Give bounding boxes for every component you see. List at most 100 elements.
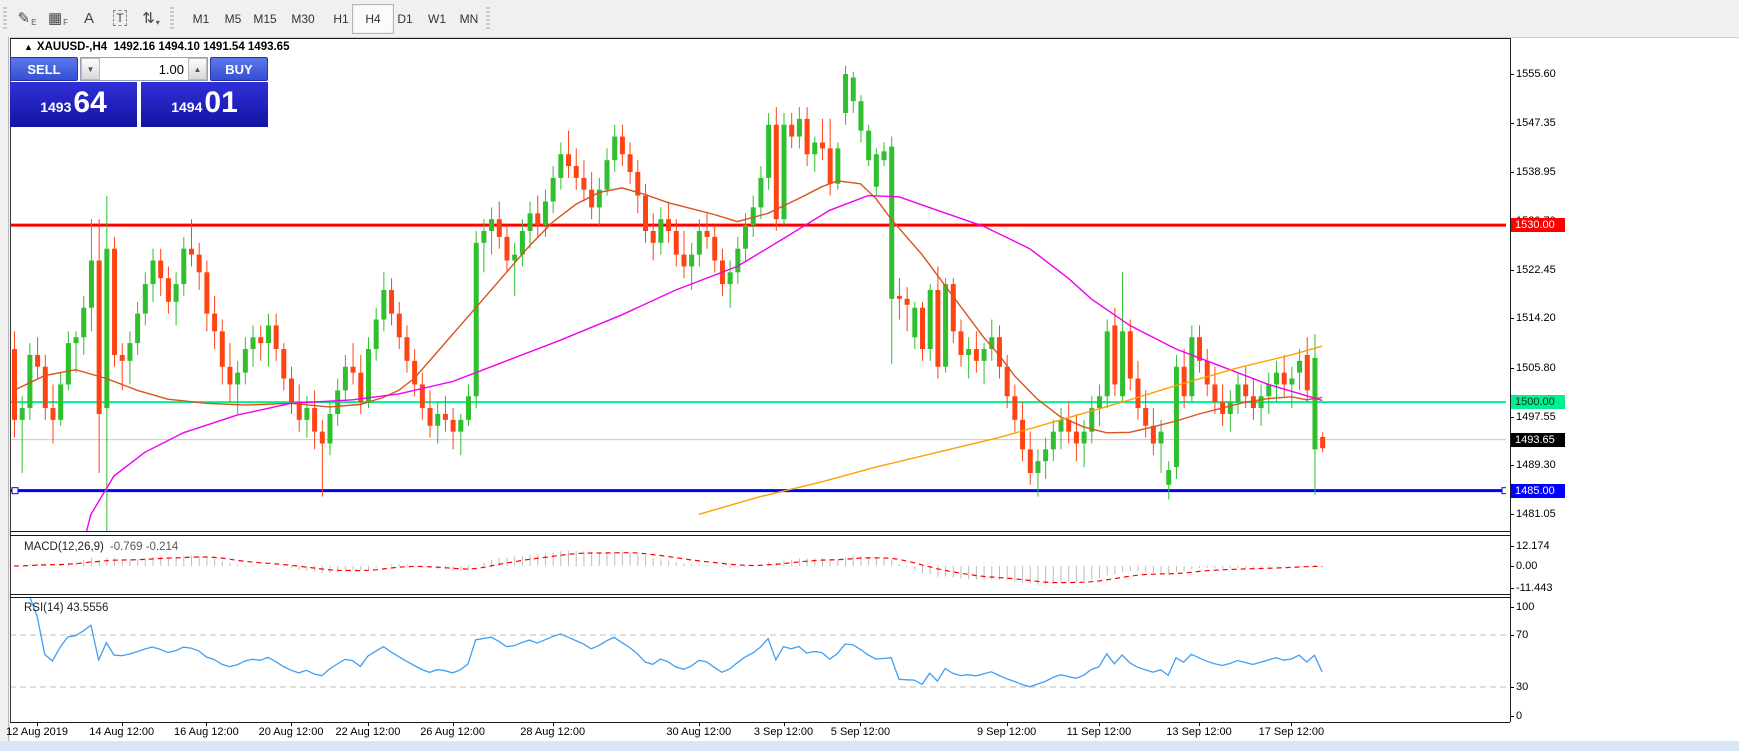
macd-pane (14, 551, 1323, 585)
text-box-icon[interactable]: T (105, 4, 135, 32)
toolbar-drag-handle[interactable] (170, 5, 174, 31)
time-axis-label: 28 Aug 12:00 (520, 726, 585, 738)
text-label-icon[interactable]: A (74, 4, 104, 32)
time-axis-label: 22 Aug 12:00 (336, 726, 401, 738)
price-tag-1485.00: 1485.00 (1511, 484, 1565, 498)
price-axis-label: 1481.05 (1516, 508, 1556, 520)
macd-axis-label: 12.174 (1516, 540, 1550, 552)
price-axis-tick (1510, 123, 1514, 124)
price-axis-label: 1497.55 (1516, 411, 1556, 423)
volume-input[interactable] (100, 58, 188, 80)
pane-splitter-macd-rsi[interactable] (10, 597, 1510, 598)
one-click-trading-panel: SELL ▼ ▲ BUY 1493 64 1494 01 (10, 57, 268, 127)
timeframe-button-m15[interactable]: M15 (244, 4, 286, 34)
rsi-pane (10, 596, 1506, 687)
ask-price-box[interactable]: 1494 01 (141, 82, 268, 127)
price-axis-label: 1514.20 (1516, 312, 1556, 324)
status-strip (0, 741, 1739, 751)
rsi-axis-tick (1510, 716, 1514, 717)
volume-stepper: ▼ ▲ (80, 57, 208, 81)
pane-splitter-main-macd[interactable] (10, 535, 1510, 536)
line-handle[interactable] (12, 488, 18, 494)
price-tag-1500.00: 1500.00 (1511, 395, 1565, 409)
price-axis-tick (1510, 514, 1514, 515)
timeframe-button-m30[interactable]: M30 (282, 4, 324, 34)
price-axis-label: 1522.45 (1516, 264, 1556, 276)
toolbar-drag-handle[interactable] (3, 5, 7, 31)
macd-axis-label: -11.443 (1516, 582, 1553, 594)
macd-values: -0.769 -0.214 (110, 541, 178, 553)
timeframe-button-mn[interactable]: MN (448, 4, 490, 34)
rsi-axis-label: 0 (1516, 710, 1522, 722)
crosshair-e-icon[interactable]: ✎E (12, 4, 42, 32)
price-axis-label: 1555.60 (1516, 68, 1556, 80)
sell-button[interactable]: SELL (10, 57, 78, 81)
time-axis-label: 5 Sep 12:00 (831, 726, 890, 738)
candles (12, 66, 1325, 532)
volume-increase-button[interactable]: ▲ (188, 58, 207, 80)
time-axis-border (10, 722, 1510, 723)
rsi-axis-label: 100 (1516, 601, 1534, 613)
left-gutter (0, 37, 10, 751)
macd-axis-label: 0.00 (1516, 560, 1537, 572)
ohlc-values: 1492.16 1494.10 1491.54 1493.65 (114, 41, 290, 53)
rsi-label: RSI(14) 43.5556 (24, 602, 108, 614)
price-axis-tick (1510, 368, 1514, 369)
macd-axis-tick (1510, 566, 1514, 567)
pane-splitter-main-macd[interactable] (10, 531, 1510, 532)
grid-f-icon[interactable]: ▦F (43, 4, 73, 32)
rsi-line (22, 596, 1322, 687)
time-axis-label: 9 Sep 12:00 (977, 726, 1036, 738)
macd-axis-tick (1510, 546, 1514, 547)
price-axis-tick (1510, 318, 1514, 319)
time-axis-label: 30 Aug 12:00 (666, 726, 731, 738)
price-axis-tick (1510, 417, 1514, 418)
time-axis-label: 16 Aug 12:00 (174, 726, 239, 738)
time-axis-label: 26 Aug 12:00 (420, 726, 485, 738)
ask-pips: 01 (204, 88, 237, 118)
price-tag-1530.00: 1530.00 (1511, 218, 1565, 232)
chart-canvas[interactable] (10, 38, 1510, 722)
main-price-pane (10, 66, 1508, 574)
bid-whole: 1493 (40, 99, 71, 115)
macd-label: MACD(12,26,9)-0.769 -0.214 (24, 541, 178, 553)
metatrader-window: ✎E▦FAT⇅▾M1M5M15M30H1H4D1W1MN ▲ XAUUSD-,H4… (0, 0, 1739, 751)
symbol-name: XAUUSD-,H4 (37, 41, 107, 53)
rsi-axis-label: 30 (1516, 681, 1528, 693)
buy-button[interactable]: BUY (210, 57, 268, 81)
price-tag-1493.65: 1493.65 (1511, 433, 1565, 447)
pane-splitter-macd-rsi[interactable] (10, 594, 1510, 595)
toolbar: ✎E▦FAT⇅▾M1M5M15M30H1H4D1W1MN (0, 0, 1739, 38)
time-axis-label: 14 Aug 12:00 (89, 726, 154, 738)
time-axis-label: 20 Aug 12:00 (259, 726, 324, 738)
arrows-dropdown-icon[interactable]: ⇅▾ (136, 4, 166, 32)
rsi-axis-tick (1510, 607, 1514, 608)
price-axis-label: 1505.80 (1516, 362, 1556, 374)
macd-signal-line (14, 553, 1322, 583)
rsi-axis-tick (1510, 635, 1514, 636)
line-handle[interactable] (1502, 488, 1508, 494)
macd-axis-tick (1510, 588, 1514, 589)
time-axis-label: 11 Sep 12:00 (1067, 726, 1132, 738)
volume-decrease-button[interactable]: ▼ (81, 58, 100, 80)
price-axis-label: 1489.30 (1516, 459, 1556, 471)
ask-whole: 1494 (171, 99, 202, 115)
rsi-axis-tick (1510, 687, 1514, 688)
price-axis-tick (1510, 172, 1514, 173)
price-axis-tick (1510, 465, 1514, 466)
price-axis-tick (1510, 270, 1514, 271)
pane-border (10, 38, 1510, 39)
collapse-arrow-icon[interactable]: ▲ (24, 42, 33, 52)
price-axis-label: 1547.35 (1516, 117, 1556, 129)
chart-border-left (10, 38, 11, 722)
toolbar-drag-handle[interactable] (486, 5, 490, 31)
symbol-header: ▲ XAUUSD-,H4 1492.16 1494.10 1491.54 1493… (24, 41, 289, 53)
time-axis-label: 13 Sep 12:00 (1166, 726, 1231, 738)
bid-pips: 64 (73, 88, 106, 118)
time-axis-label: 12 Aug 2019 (6, 726, 68, 738)
bid-price-box[interactable]: 1493 64 (10, 82, 137, 127)
time-axis-label: 17 Sep 12:00 (1259, 726, 1324, 738)
rsi-axis-label: 70 (1516, 629, 1528, 641)
price-axis-label: 1538.95 (1516, 166, 1556, 178)
price-axis-tick (1510, 74, 1514, 75)
